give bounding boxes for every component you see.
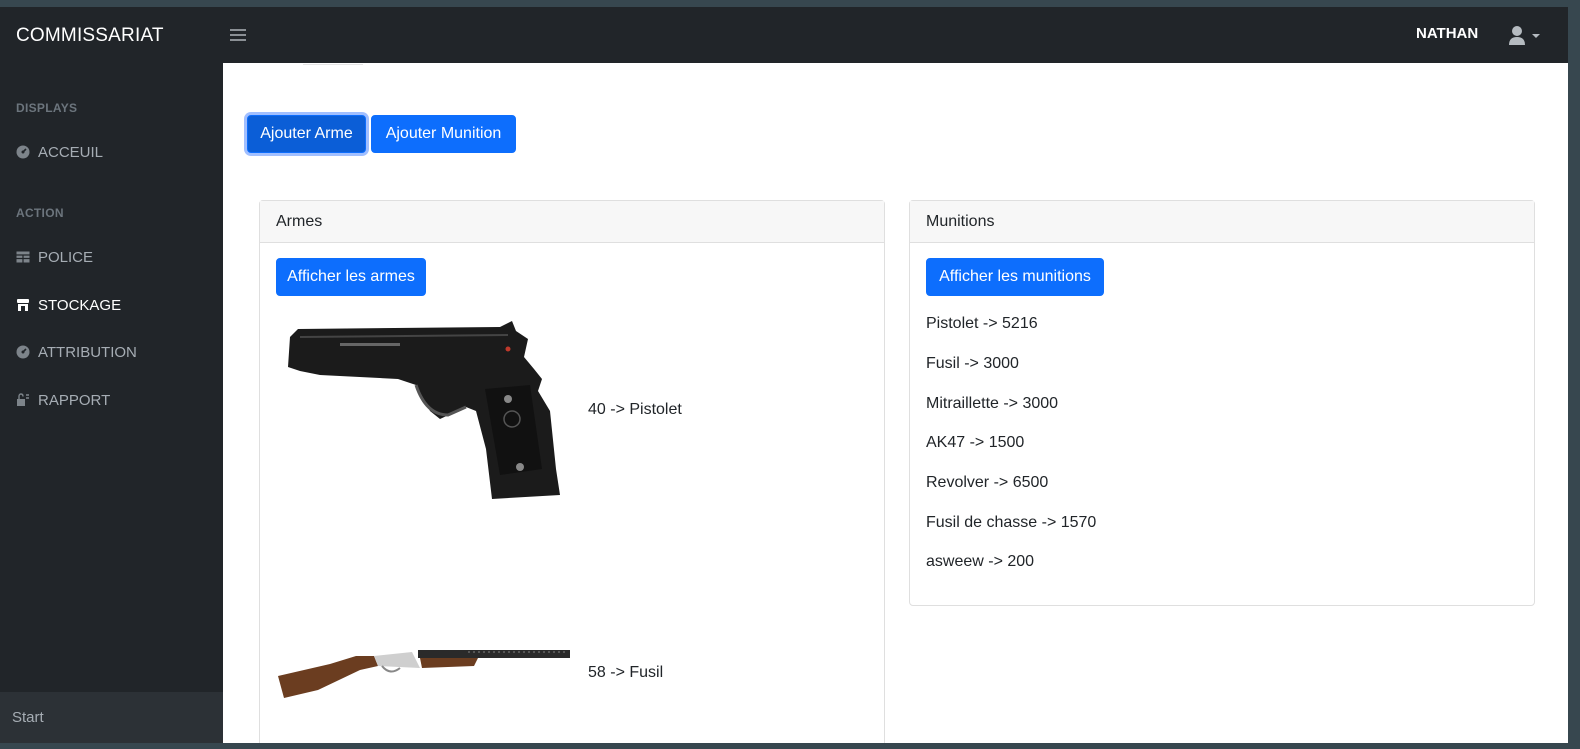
breadcrumb xyxy=(303,63,363,65)
user-menu-button[interactable] xyxy=(1508,25,1544,47)
ammo-item: Fusil -> 3000 xyxy=(926,355,1019,372)
sidebar-item-police[interactable]: POLICE xyxy=(0,237,223,277)
shotgun-image[interactable] xyxy=(278,646,572,702)
sidebar-toggle-icon[interactable] xyxy=(230,26,246,44)
main-content: Ajouter Arme Ajouter Munition Armes Affi… xyxy=(223,63,1568,743)
top-navbar: COMMISSARIAT NATHAN xyxy=(0,7,1568,63)
ammo-item: Revolver -> 6500 xyxy=(926,474,1049,491)
ammo-item: Fusil de chasse -> 1570 xyxy=(926,514,1097,531)
ammo-item: Mitraillette -> 3000 xyxy=(926,395,1059,412)
dashboard-icon xyxy=(16,345,30,359)
add-ammo-button[interactable]: Ajouter Munition xyxy=(371,115,516,153)
weapon-label: 58 -> Fusil xyxy=(588,664,664,681)
sidebar-item-label: ACCEUIL xyxy=(38,143,104,161)
sidebar-item-stockage[interactable]: STOCKAGE xyxy=(0,285,223,325)
sidebar-item-rapport[interactable]: RAPPORT xyxy=(0,380,223,420)
brand-title[interactable]: COMMISSARIAT xyxy=(16,25,164,47)
ammo-card: Munitions Afficher les munitions Pistole… xyxy=(909,200,1535,606)
app-window: COMMISSARIAT NATHAN DISPLAYS ACCEUIL ACT… xyxy=(0,7,1568,743)
sidebar-heading-action: ACTION xyxy=(16,206,64,220)
sidebar-heading-displays: DISPLAYS xyxy=(16,101,78,115)
table-icon xyxy=(16,251,30,263)
weapons-card-title: Armes xyxy=(260,201,884,243)
sidebar: DISPLAYS ACCEUIL ACTION POLICE STOCKAGE … xyxy=(0,63,223,743)
sidebar-item-label: POLICE xyxy=(38,248,94,266)
user-icon xyxy=(1509,26,1540,45)
sidebar-item-attribution[interactable]: ATTRIBUTION xyxy=(0,332,223,372)
sidebar-item-acceuil[interactable]: ACCEUIL xyxy=(0,132,223,172)
weapon-label: 40 -> Pistolet xyxy=(588,401,682,418)
ammo-item: asweew -> 200 xyxy=(926,553,1035,570)
dashboard-icon xyxy=(16,145,30,159)
sidebar-footer: Start xyxy=(0,692,223,743)
sidebar-item-label: ATTRIBUTION xyxy=(38,343,137,361)
sidebar-item-label: STOCKAGE xyxy=(38,296,122,314)
add-weapon-button[interactable]: Ajouter Arme xyxy=(247,115,366,153)
ammo-item: Pistolet -> 5216 xyxy=(926,315,1038,332)
ammo-card-title: Munitions xyxy=(910,201,1534,243)
ammo-item: AK47 -> 1500 xyxy=(926,434,1025,451)
show-weapons-button[interactable]: Afficher les armes xyxy=(276,258,426,296)
show-ammo-button[interactable]: Afficher les munitions xyxy=(926,258,1104,296)
pistol-image[interactable] xyxy=(280,319,564,503)
sidebar-item-label: RAPPORT xyxy=(38,391,111,409)
user-name: NATHAN xyxy=(1416,25,1479,42)
caret-down-icon xyxy=(1532,34,1540,38)
lock-icon xyxy=(17,393,29,406)
weapons-card: Armes Afficher les armes 40 -> Pistolet xyxy=(259,200,885,743)
store-icon xyxy=(17,299,29,311)
